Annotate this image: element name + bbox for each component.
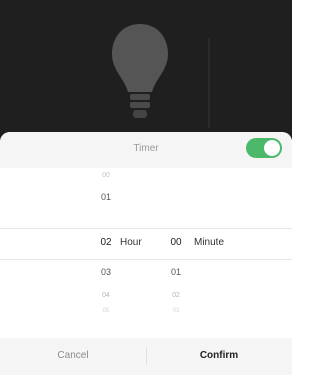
hour-option[interactable]: 01: [86, 190, 126, 204]
minute-option[interactable]: 03: [156, 304, 196, 318]
device-preview: [0, 0, 292, 140]
minute-option[interactable]: 02: [156, 289, 196, 303]
confirm-button[interactable]: Confirm: [146, 338, 292, 375]
toggle-knob: [264, 140, 280, 156]
backdrop-stand: [208, 38, 210, 128]
light-bulb-icon: [112, 24, 168, 118]
timer-toggle[interactable]: [246, 138, 282, 158]
minute-option-selected[interactable]: 00: [156, 236, 196, 250]
hour-option[interactable]: 00: [86, 169, 126, 183]
hour-option[interactable]: 04: [86, 289, 126, 303]
minute-option[interactable]: 01: [156, 265, 196, 279]
sheet-header: Timer: [0, 132, 292, 168]
minute-unit-label: Minute: [194, 237, 225, 248]
hour-unit-label: Hour: [120, 237, 142, 248]
hour-option[interactable]: 05: [86, 304, 126, 318]
picker-selection-band: [0, 228, 292, 260]
cancel-button[interactable]: Cancel: [0, 338, 146, 375]
dialog-footer: Cancel Confirm: [0, 338, 292, 375]
hour-option[interactable]: 03: [86, 265, 126, 279]
